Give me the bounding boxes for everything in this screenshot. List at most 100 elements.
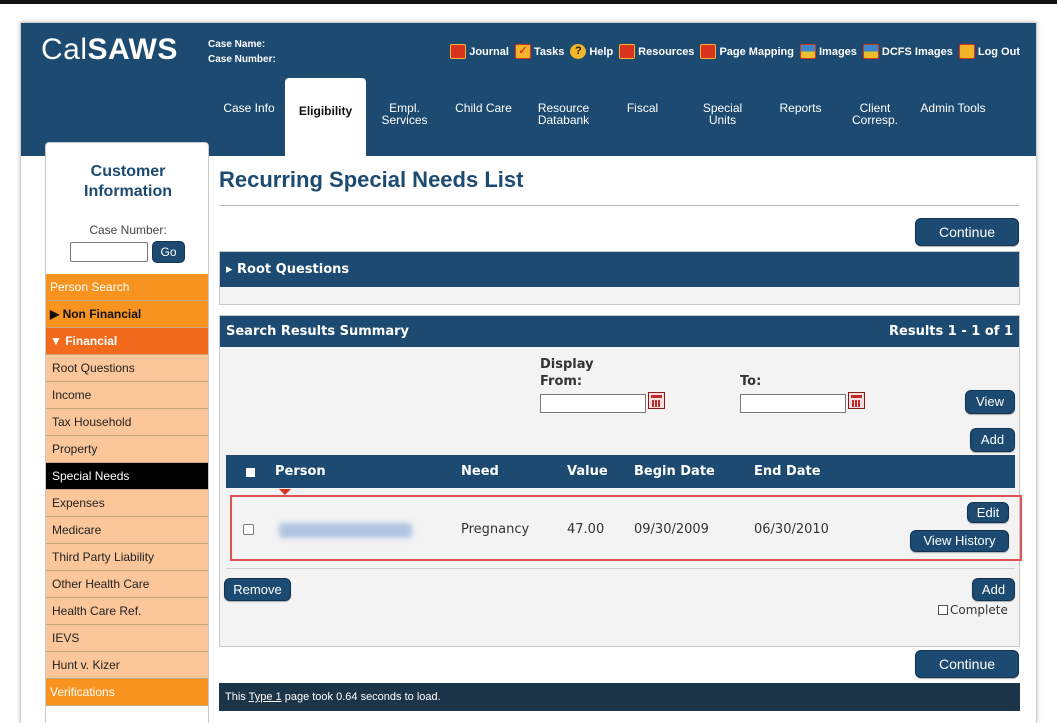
cell-value: 47.00 bbox=[567, 522, 605, 537]
footer-type-link[interactable]: Type 1 bbox=[249, 691, 282, 703]
add-button-bottom[interactable]: Add bbox=[972, 578, 1015, 601]
images-label: Images bbox=[819, 45, 857, 58]
cell-need: Pregnancy bbox=[461, 522, 530, 537]
tab-client-corresp[interactable]: Client Corresp. bbox=[838, 78, 912, 156]
case-number-input[interactable] bbox=[70, 242, 148, 262]
to-date-input[interactable] bbox=[740, 394, 846, 413]
results-count: Results 1 - 1 of 1 bbox=[889, 324, 1013, 339]
person-name-redacted[interactable] bbox=[279, 523, 412, 538]
continue-button-bottom[interactable]: Continue bbox=[915, 650, 1019, 678]
tab-empl-services[interactable]: Empl. Services bbox=[366, 78, 443, 156]
tasks-link[interactable]: ✓ Tasks bbox=[514, 44, 565, 59]
sidebar-item-root-questions[interactable]: Root Questions bbox=[46, 355, 208, 382]
resources-icon bbox=[619, 44, 636, 59]
complete-check-box[interactable] bbox=[938, 605, 948, 615]
sidebar-item-hunt-v-kizer[interactable]: Hunt v. Kizer bbox=[46, 652, 208, 679]
sidebar-item-tax-household[interactable]: Tax Household bbox=[46, 409, 208, 436]
sidebar-item-expenses[interactable]: Expenses bbox=[46, 490, 208, 517]
sidebar-item-special-needs[interactable]: Special Needs bbox=[46, 463, 208, 490]
tab-resource-databank[interactable]: Resource Databank bbox=[524, 78, 603, 156]
tab-special-units[interactable]: Special Units bbox=[682, 78, 763, 156]
column-begin-date[interactable]: Begin Date bbox=[634, 455, 715, 488]
to-calendar-icon[interactable] bbox=[848, 392, 865, 409]
sidebar-item-health-care-ref[interactable]: Health Care Ref. bbox=[46, 598, 208, 625]
tab-reports[interactable]: Reports bbox=[763, 78, 838, 156]
footer-prefix: This bbox=[225, 691, 249, 703]
go-button[interactable]: Go bbox=[152, 241, 185, 263]
column-person[interactable]: Person bbox=[275, 455, 326, 488]
log-out-label: Log Out bbox=[977, 45, 1020, 58]
sidebar-item-financial[interactable]: ▼ Financial bbox=[46, 328, 208, 355]
log-out-link[interactable]: Log Out bbox=[958, 44, 1020, 59]
footer-suffix: page took 0.64 seconds to load. bbox=[281, 691, 441, 703]
tab-admin-tools[interactable]: Admin Tools bbox=[912, 78, 994, 156]
from-calendar-icon[interactable] bbox=[648, 392, 665, 409]
page-title: Recurring Special Needs List bbox=[219, 167, 524, 192]
help-link[interactable]: ? Help bbox=[570, 44, 613, 59]
page-footer: This Type 1 page took 0.64 seconds to lo… bbox=[219, 683, 1020, 711]
row-checkbox[interactable] bbox=[243, 524, 254, 535]
cell-end-date: 06/30/2010 bbox=[754, 522, 829, 537]
utility-links: Journal ✓ Tasks ? Help Resources Page Mapp… bbox=[450, 44, 1020, 59]
complete-checkbox[interactable]: Complete bbox=[938, 603, 1008, 617]
add-button-top[interactable]: Add bbox=[970, 428, 1015, 452]
column-end-date[interactable]: End Date bbox=[754, 455, 821, 488]
sidebar-item-verifications[interactable]: Verifications bbox=[46, 679, 208, 706]
sidebar-item-ievs[interactable]: IEVS bbox=[46, 625, 208, 652]
help-label: Help bbox=[589, 45, 614, 58]
logo-text-saws: SAWS bbox=[87, 33, 178, 66]
tab-case-info[interactable]: Case Info bbox=[213, 78, 285, 156]
journal-icon bbox=[450, 44, 467, 59]
case-name-label: Case Name: bbox=[208, 39, 266, 50]
sidebar-item-other-health-care[interactable]: Other Health Care bbox=[46, 571, 208, 598]
sidebar-item-person-search[interactable]: Person Search bbox=[46, 274, 208, 301]
sidebar-item-third-party-liability[interactable]: Third Party Liability bbox=[46, 544, 208, 571]
continue-button-top[interactable]: Continue bbox=[915, 218, 1019, 246]
content-area: Customer Information Case Number: Go Per… bbox=[21, 142, 1036, 723]
app-logo[interactable]: CalSAWS bbox=[41, 33, 178, 67]
table-row: Pregnancy 47.00 09/30/2009 06/30/2010 Ed… bbox=[226, 488, 1022, 569]
view-button[interactable]: View bbox=[965, 390, 1015, 414]
sidebar-item-property[interactable]: Property bbox=[46, 436, 208, 463]
customer-info-panel: Customer Information Case Number: Go Per… bbox=[45, 142, 209, 723]
tasks-label: Tasks bbox=[533, 45, 565, 58]
journal-label: Journal bbox=[469, 45, 509, 58]
images-link[interactable]: Images bbox=[800, 44, 857, 59]
sidebar-item-non-financial[interactable]: ▶ Non Financial bbox=[46, 301, 208, 328]
complete-label: Complete bbox=[950, 603, 1008, 617]
sidebar-item-income[interactable]: Income bbox=[46, 382, 208, 409]
header-bar: CalSAWS Case Name: Case Number: Journal … bbox=[21, 23, 1036, 78]
search-results-header: Search Results Summary Results 1 - 1 of … bbox=[220, 316, 1019, 347]
page-mapping-link[interactable]: Page Mapping bbox=[700, 44, 794, 59]
display-from-label: Display From: bbox=[540, 357, 594, 389]
log-out-icon bbox=[958, 44, 975, 59]
column-value[interactable]: Value bbox=[567, 455, 608, 488]
journal-link[interactable]: Journal bbox=[450, 44, 509, 59]
logo-text-cal: Cal bbox=[41, 33, 88, 66]
view-history-button[interactable]: View History bbox=[910, 530, 1009, 552]
sidebar-case-number-label: Case Number: bbox=[89, 223, 167, 237]
remove-button[interactable]: Remove bbox=[224, 578, 291, 601]
tasks-icon: ✓ bbox=[514, 44, 531, 59]
tab-child-care[interactable]: Child Care bbox=[443, 78, 524, 156]
resources-link[interactable]: Resources bbox=[619, 44, 694, 59]
tab-eligibility[interactable]: Eligibility bbox=[285, 78, 366, 156]
customer-info-title: Customer Information bbox=[84, 163, 172, 200]
case-number-label: Case Number: bbox=[208, 54, 276, 65]
tab-fiscal[interactable]: Fiscal bbox=[603, 78, 682, 156]
title-divider bbox=[219, 205, 1019, 206]
top-border bbox=[0, 0, 1057, 4]
resources-label: Resources bbox=[638, 45, 695, 58]
dcfs-images-icon bbox=[862, 44, 879, 59]
sidebar-item-medicare[interactable]: Medicare bbox=[46, 517, 208, 544]
search-results-title: Search Results Summary bbox=[226, 324, 409, 339]
select-all-checkbox[interactable] bbox=[246, 468, 255, 477]
table-header: Person Need Value Begin Date End Date bbox=[226, 455, 1015, 488]
help-icon: ? bbox=[570, 44, 587, 59]
from-date-input[interactable] bbox=[540, 394, 646, 413]
column-need[interactable]: Need bbox=[461, 455, 499, 488]
edit-button[interactable]: Edit bbox=[967, 502, 1009, 523]
to-label: To: bbox=[740, 374, 762, 389]
root-questions-toggle[interactable]: ▸ Root Questions bbox=[220, 252, 1019, 287]
dcfs-images-link[interactable]: DCFS Images bbox=[862, 44, 953, 59]
